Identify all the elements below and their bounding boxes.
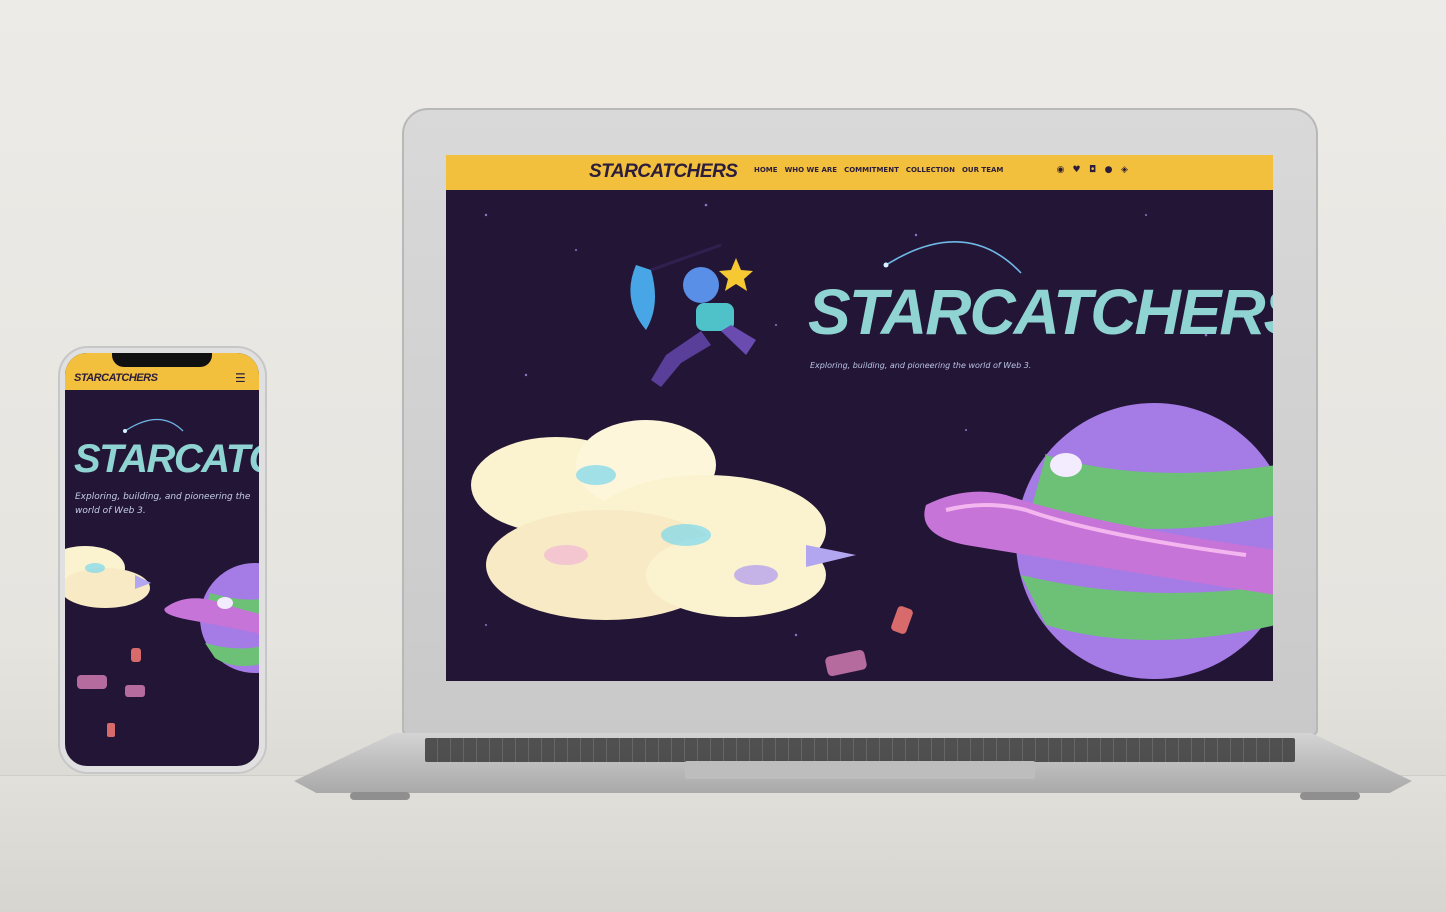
space-debris <box>107 723 115 737</box>
space-debris <box>825 649 867 677</box>
shelf-surface <box>0 775 1446 912</box>
laptop-foot <box>1300 792 1360 800</box>
laptop-screen: STARCATCHERS HOME WHO WE ARE COMMITMENT … <box>446 155 1273 681</box>
laptop-tagline: Exploring, building, and pioneering the … <box>810 361 1032 370</box>
laptop-trackpad <box>685 761 1035 779</box>
ringed-planet <box>924 403 1273 679</box>
phone-notch <box>112 353 212 367</box>
space-debris <box>77 675 107 689</box>
space-debris <box>891 606 913 634</box>
laptop-hero-title: STARCATCHERS <box>808 276 1273 348</box>
phone-screen: STARCATCHERS ☰ STARCATCHERS Exploring, b… <box>65 353 259 766</box>
phone-tagline: Exploring, building, and pioneering the … <box>75 492 251 516</box>
phone-space-illustration <box>65 418 259 737</box>
space-debris <box>131 648 141 662</box>
starcatcher-character <box>630 243 756 387</box>
space-debris <box>125 685 145 697</box>
shooting-star <box>123 429 127 433</box>
laptop-keyboard <box>425 738 1295 762</box>
phone-hero-title: STARCATCHERS <box>74 437 259 481</box>
ringed-planet <box>164 563 259 673</box>
shooting-star-trail <box>885 241 1022 274</box>
laptop-foot <box>350 792 410 800</box>
cloud-cluster <box>471 420 856 620</box>
shooting-star-trail <box>124 418 184 432</box>
cloud-cluster <box>65 546 151 608</box>
space-illustration <box>471 203 1273 679</box>
shooting-star <box>883 262 889 268</box>
